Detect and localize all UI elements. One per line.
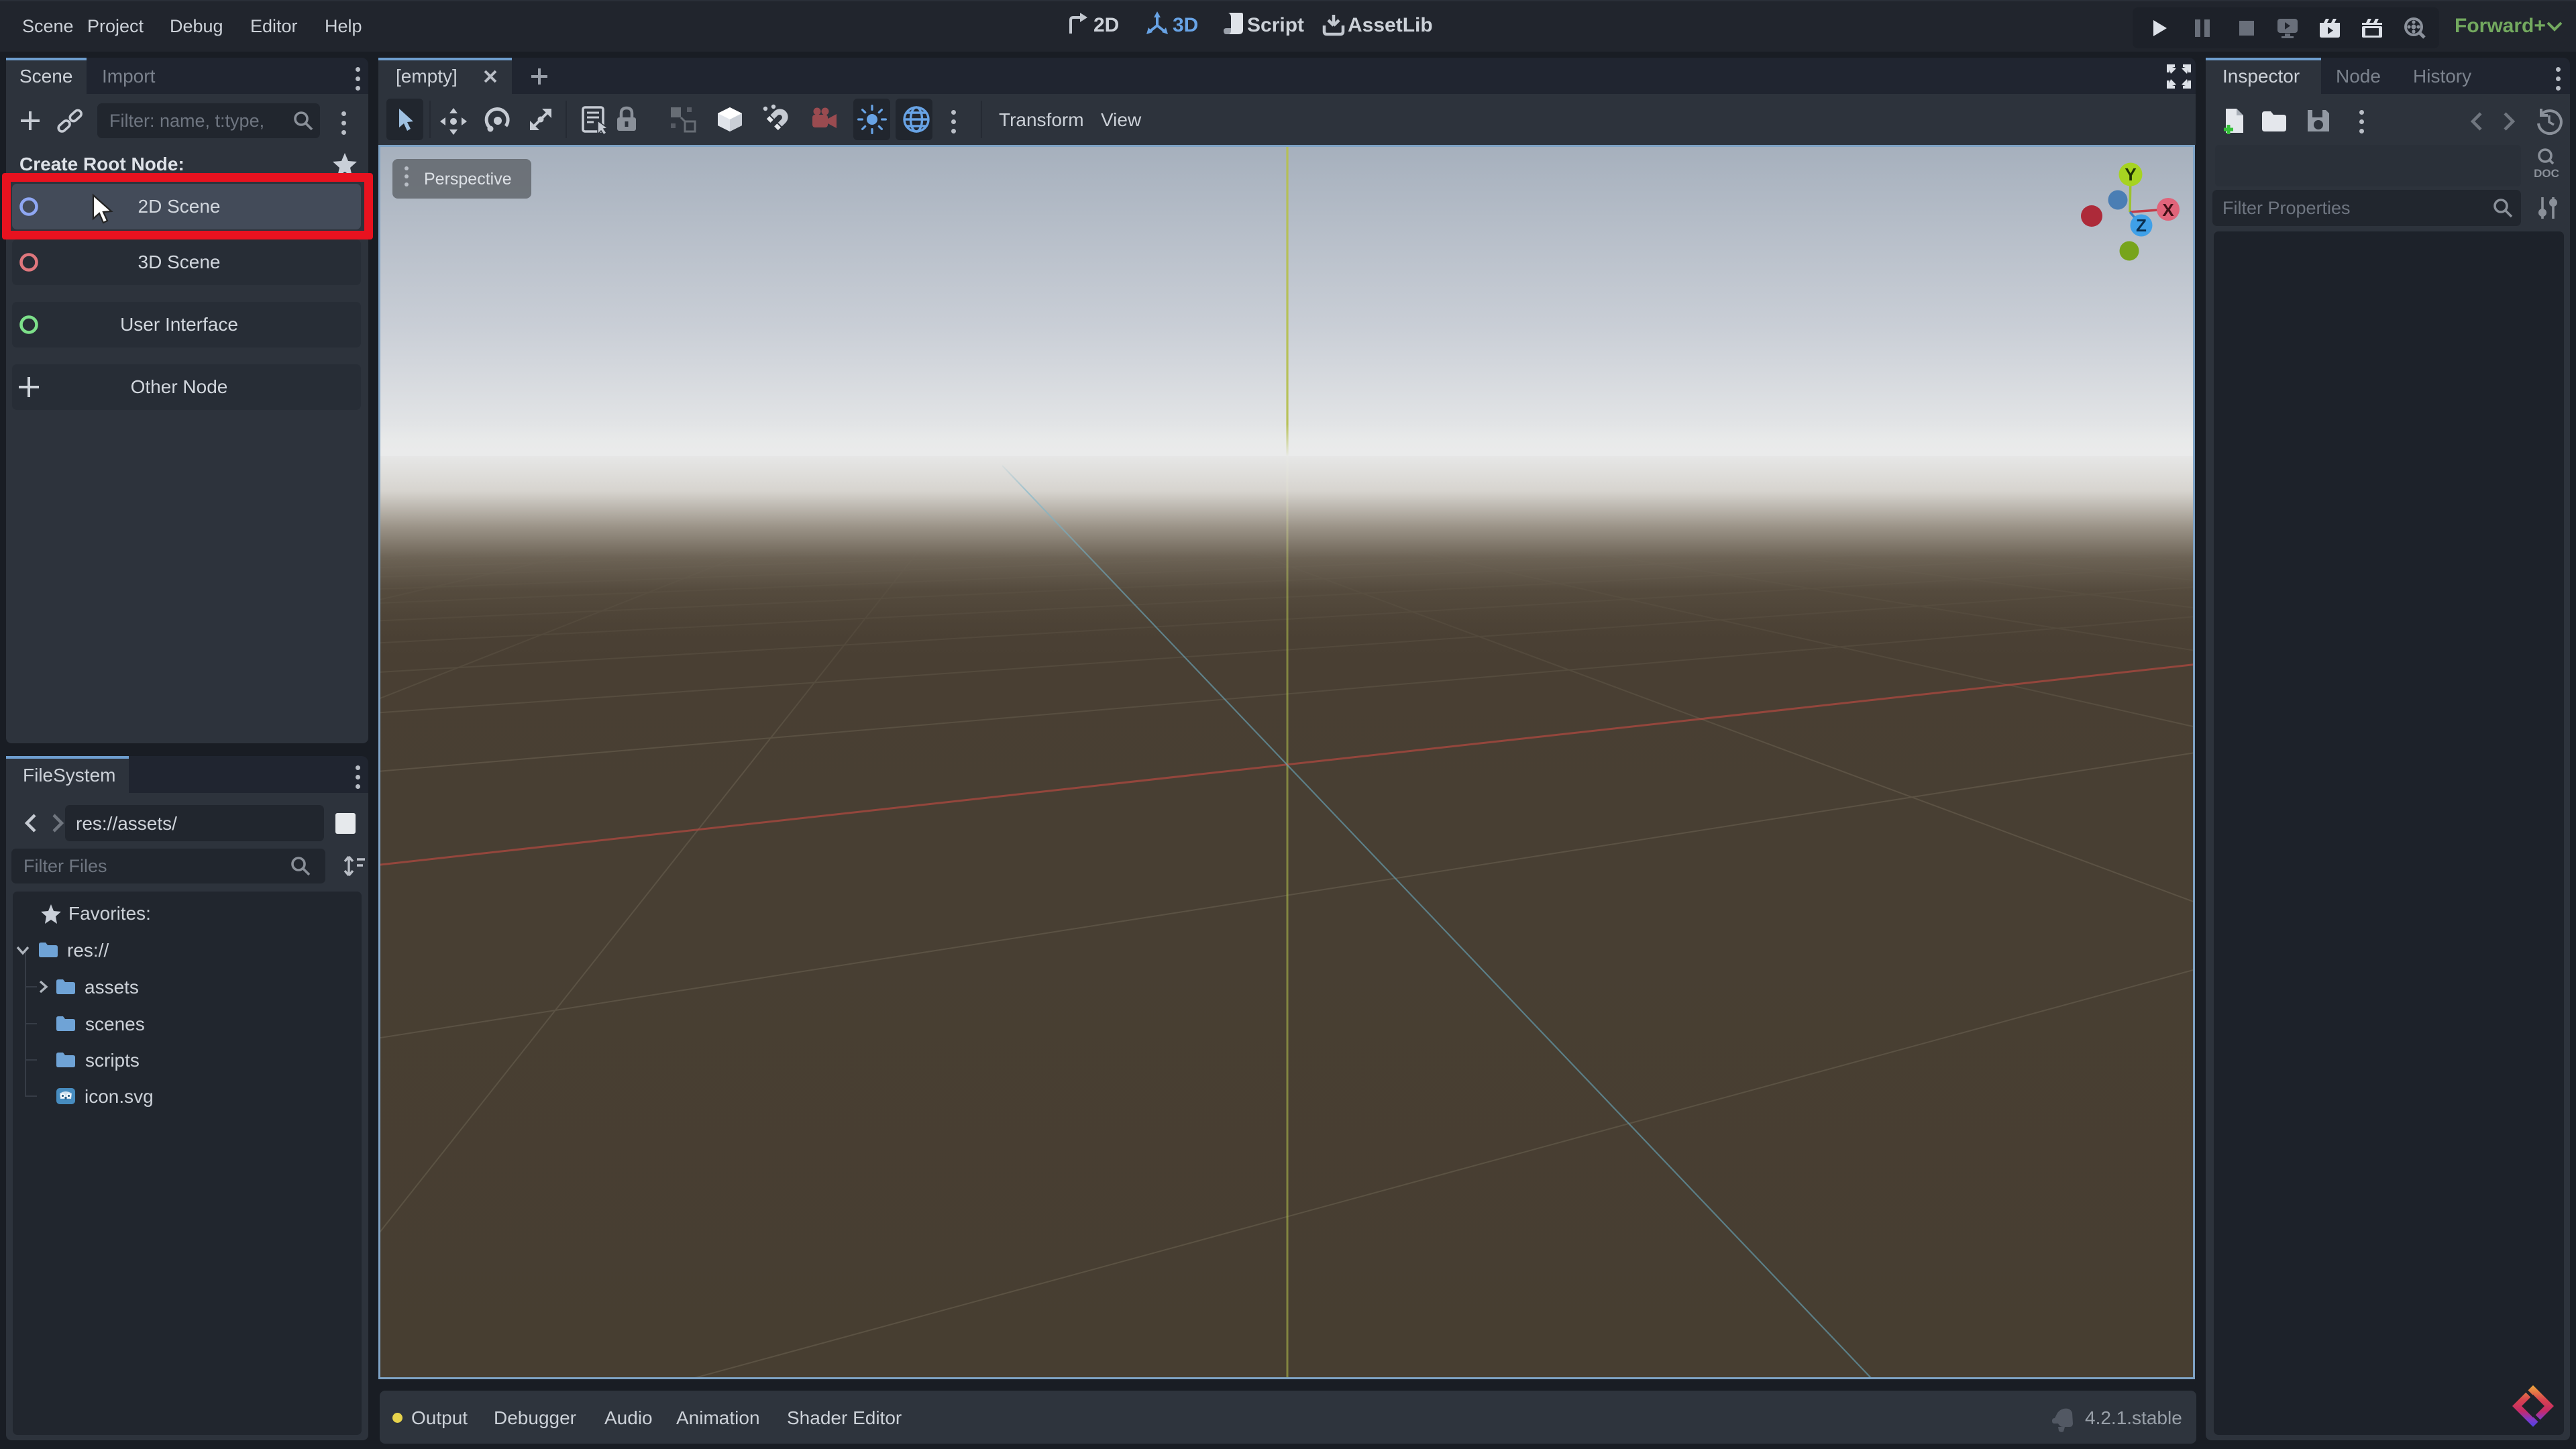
svg-text:Z: Z [2136,215,2147,235]
svg-text:X: X [2162,200,2174,220]
svg-text:DOC: DOC [2534,167,2559,180]
svg-text:Y: Y [2125,164,2136,184]
